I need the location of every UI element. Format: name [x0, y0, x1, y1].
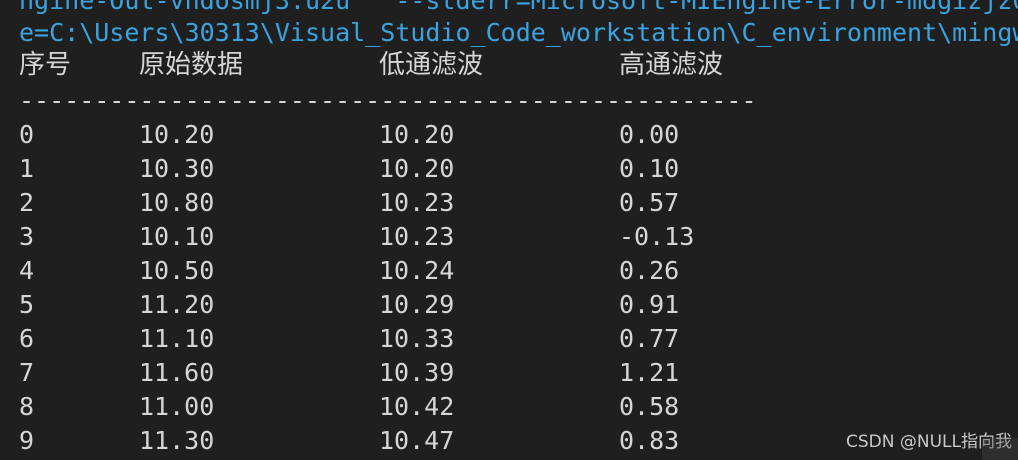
cell-highpass: 0.00: [619, 120, 680, 149]
cell-index: 4: [19, 256, 35, 285]
cell-lowpass: 10.39: [379, 358, 455, 387]
header-lowpass: 低通滤波: [379, 50, 484, 80]
cell-raw-data: 11.20: [139, 290, 215, 319]
cell-raw-data: 10.50: [139, 256, 215, 285]
cell-index: 3: [19, 222, 35, 251]
cell-raw-data: 10.10: [139, 222, 215, 251]
cell-index: 7: [19, 358, 35, 387]
cell-highpass: -0.13: [619, 222, 695, 251]
header-raw-data: 原始数据: [139, 50, 244, 80]
cell-highpass: 0.91: [619, 290, 680, 319]
cell-lowpass: 10.20: [379, 154, 455, 183]
cell-index: 1: [19, 154, 35, 183]
cell-raw-data: 10.30: [139, 154, 215, 183]
cell-raw-data: 10.20: [139, 120, 215, 149]
cell-lowpass: 10.24: [379, 256, 455, 285]
cell-highpass: 0.10: [619, 154, 680, 183]
cell-highpass: 1.21: [619, 358, 680, 387]
cell-highpass: 0.26: [619, 256, 680, 285]
cell-raw-data: 11.10: [139, 324, 215, 353]
cell-lowpass: 10.33: [379, 324, 455, 353]
cell-raw-data: 11.60: [139, 358, 215, 387]
cell-index: 5: [19, 290, 35, 319]
cell-lowpass: 10.47: [379, 426, 455, 455]
cell-index: 6: [19, 324, 35, 353]
cell-highpass: 0.77: [619, 324, 680, 353]
command-line-path: e=C:\Users\30313\Visual_Studio_Code_work…: [19, 18, 1018, 47]
cell-index: 2: [19, 188, 35, 217]
cell-highpass: 0.83: [619, 426, 680, 455]
table-header: 序号 原始数据 低通滤波 高通滤波: [19, 48, 723, 82]
cell-highpass: 0.58: [619, 392, 680, 421]
scrollbar-corner[interactable]: [982, 438, 1018, 460]
cell-lowpass: 10.23: [379, 222, 455, 251]
cell-highpass: 0.57: [619, 188, 680, 217]
cell-lowpass: 10.42: [379, 392, 455, 421]
cell-raw-data: 10.80: [139, 188, 215, 217]
cell-index: 0: [19, 120, 35, 149]
cell-raw-data: 11.30: [139, 426, 215, 455]
cell-raw-data: 11.00: [139, 392, 215, 421]
header-highpass: 高通滤波: [619, 50, 724, 80]
cell-index: 9: [19, 426, 35, 455]
cell-lowpass: 10.20: [379, 120, 455, 149]
terminal-panel[interactable]: ngine-Out-vhdosmj3.u2u' '--stderr=Micros…: [0, 0, 1018, 460]
cell-lowpass: 10.23: [379, 188, 455, 217]
table-divider: ----------------------------------------…: [19, 86, 757, 115]
cell-lowpass: 10.29: [379, 290, 455, 319]
cell-index: 8: [19, 392, 35, 421]
header-index: 序号: [19, 50, 72, 80]
